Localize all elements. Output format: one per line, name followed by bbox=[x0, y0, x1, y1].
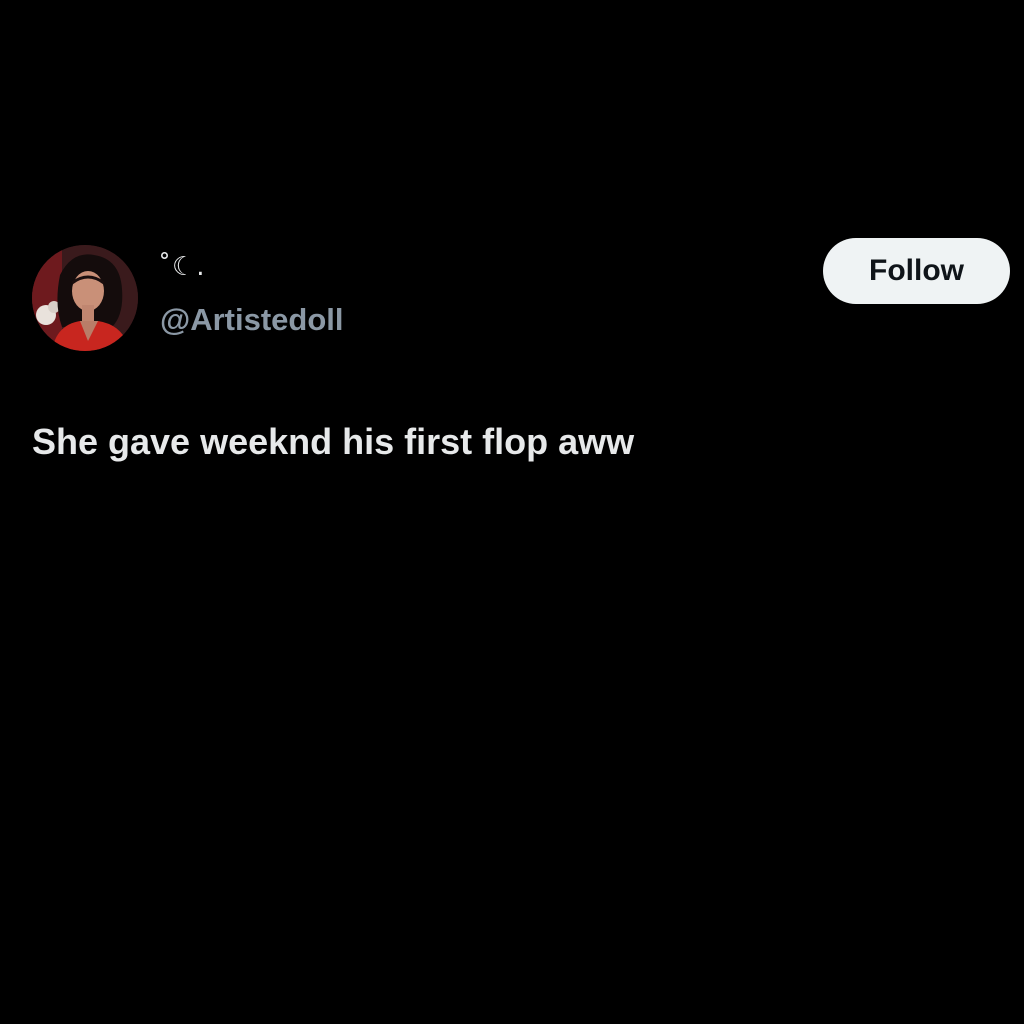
user-handle[interactable]: @Artistedoll bbox=[160, 302, 344, 338]
tweet-card: ˚☾. @Artistedoll Follow She gave weeknd … bbox=[0, 0, 1024, 1024]
follow-button[interactable]: Follow bbox=[823, 238, 1010, 304]
avatar-photo bbox=[32, 245, 138, 351]
display-name[interactable]: ˚☾. bbox=[158, 252, 206, 282]
avatar[interactable] bbox=[32, 245, 138, 351]
tweet-text: She gave weeknd his first flop aww bbox=[32, 421, 635, 462]
